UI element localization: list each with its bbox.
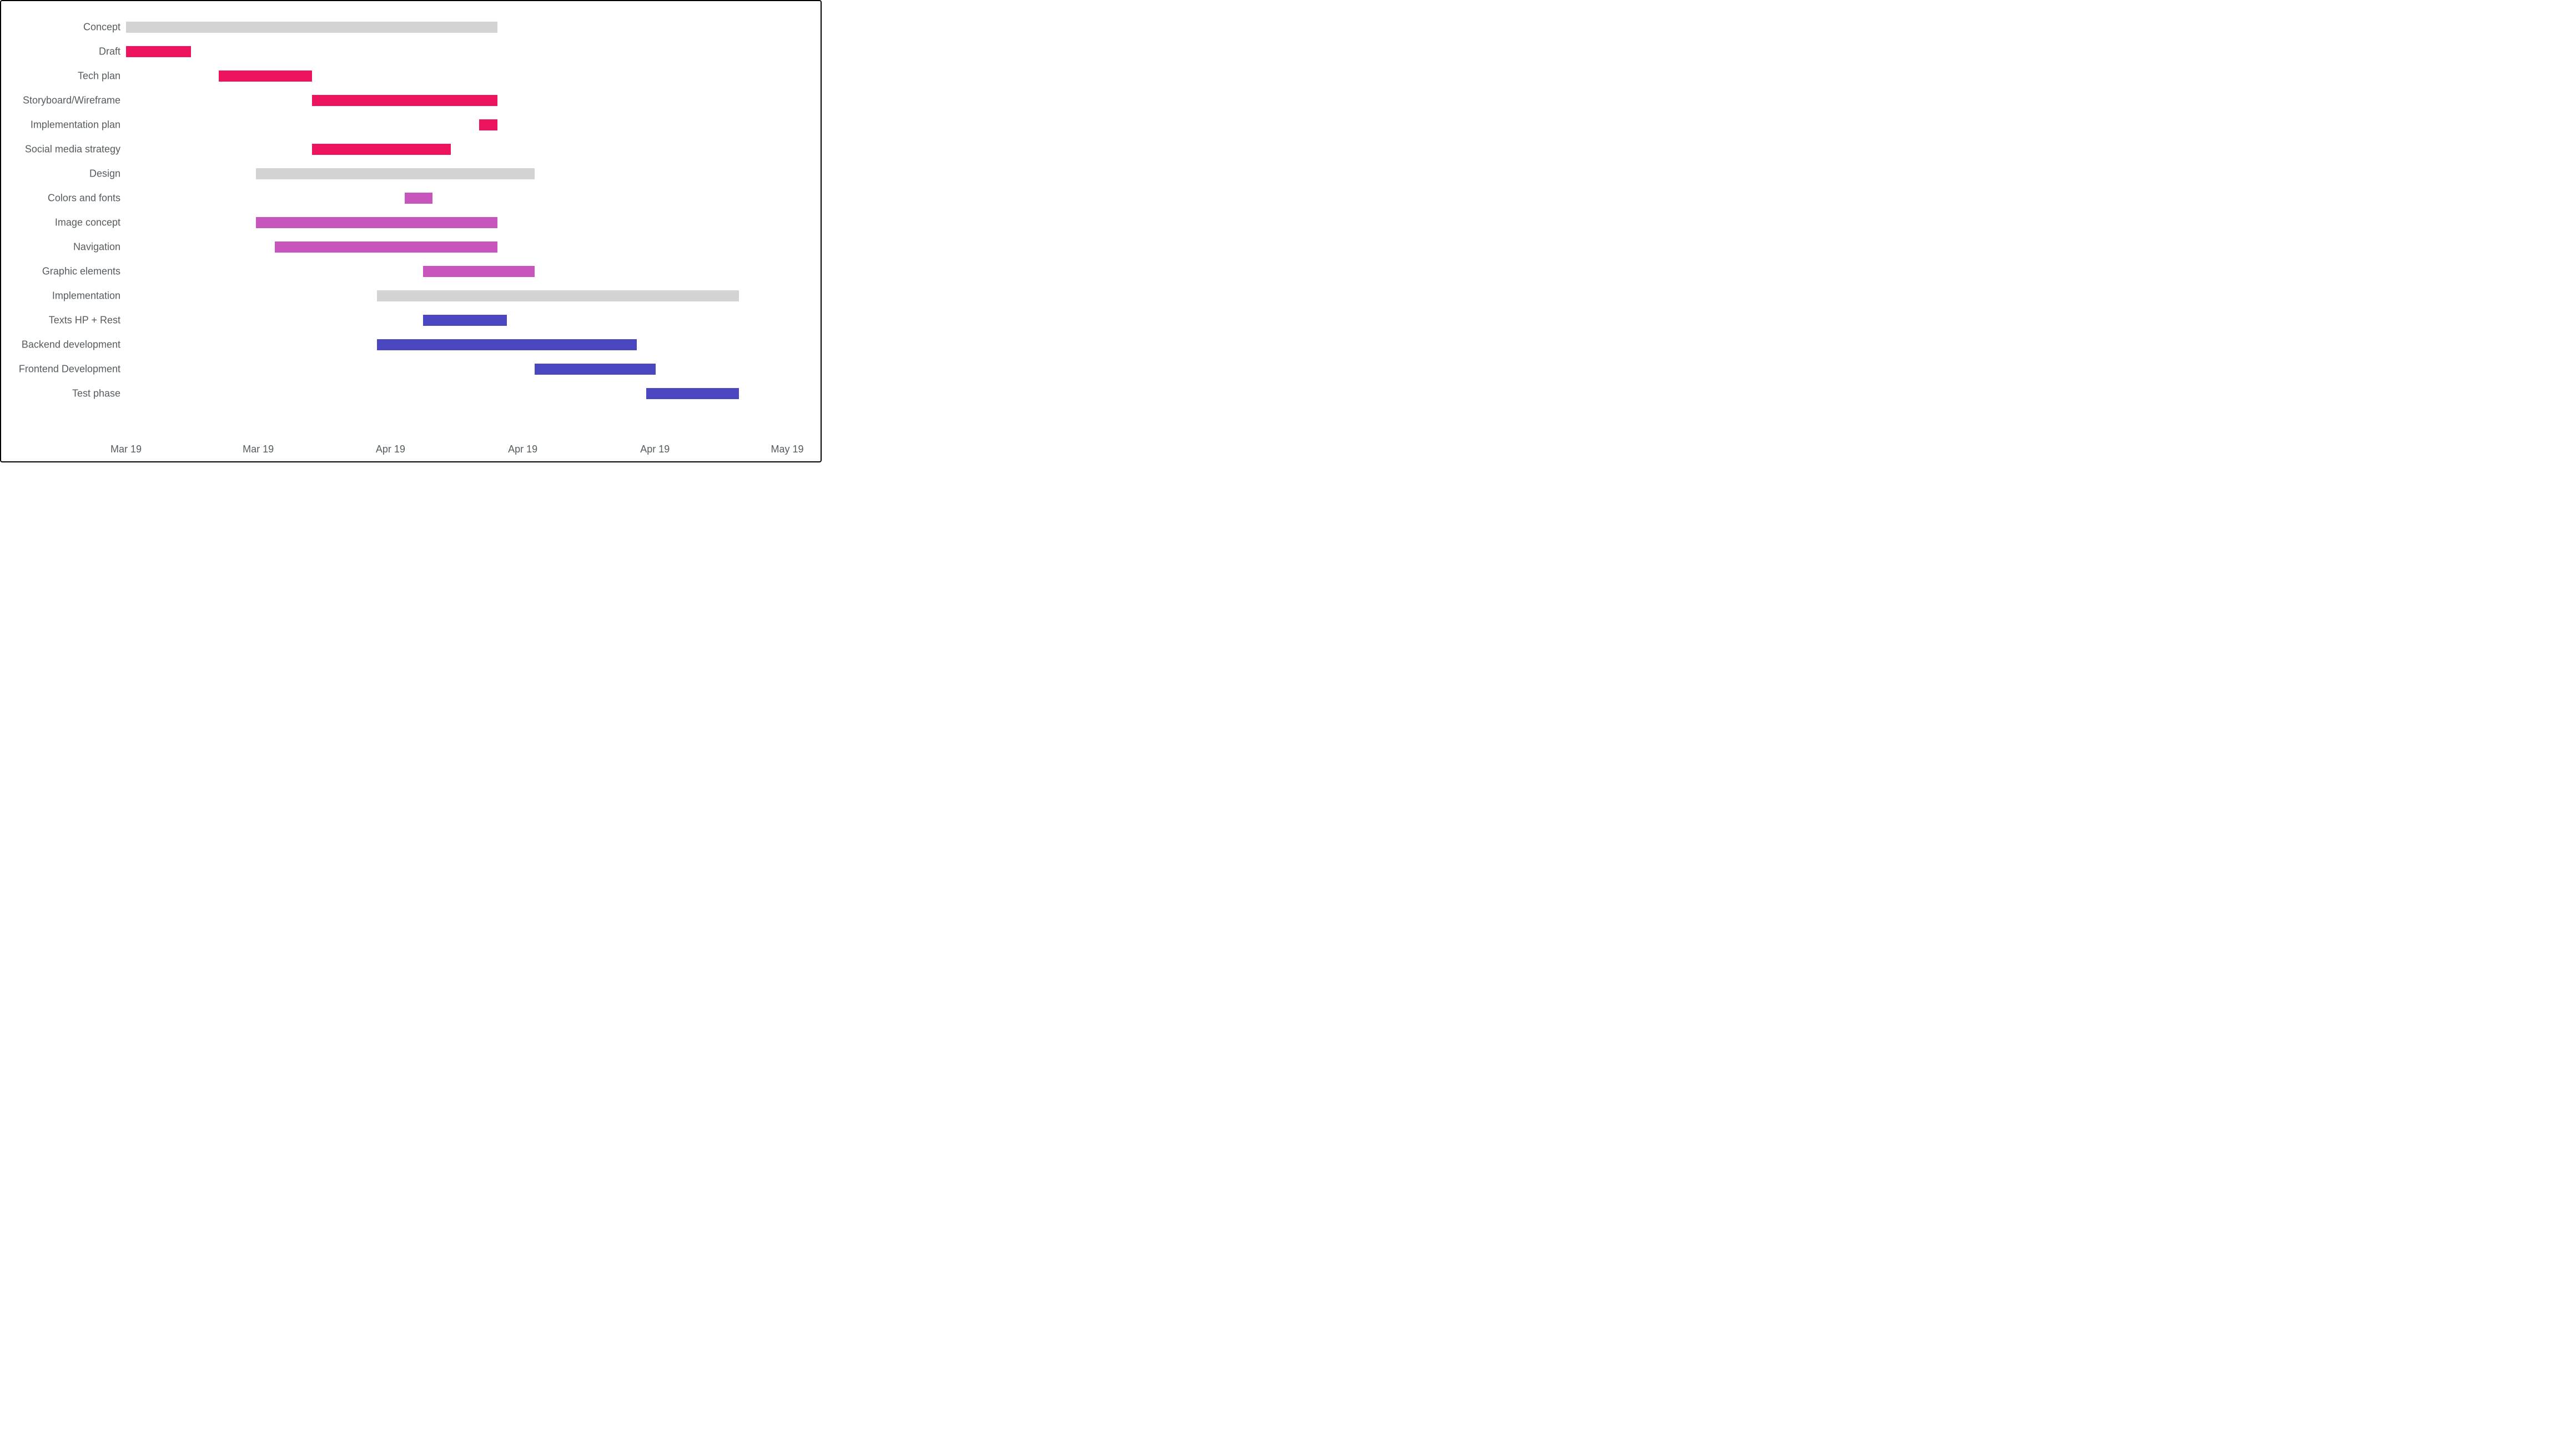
gantt-bar — [377, 290, 739, 301]
gantt-bar — [423, 266, 535, 277]
task-label: Backend development — [1, 339, 120, 351]
bar-track — [126, 364, 776, 375]
bar-track — [126, 266, 776, 277]
gantt-row: Navigation — [1, 235, 809, 259]
gantt-bar — [126, 22, 497, 33]
gantt-row: Backend development — [1, 333, 809, 357]
bar-track — [126, 95, 776, 106]
bar-track — [126, 22, 776, 33]
bar-track — [126, 290, 776, 301]
gantt-row: Colors and fonts — [1, 186, 809, 210]
bar-track — [126, 339, 776, 350]
gantt-row: Tech plan — [1, 64, 809, 88]
gantt-bar — [275, 241, 497, 253]
gantt-row: Implementation — [1, 284, 809, 308]
gantt-row: Implementation plan — [1, 113, 809, 137]
task-label: Concept — [1, 22, 120, 33]
task-label: Image concept — [1, 217, 120, 229]
gantt-row: Image concept — [1, 210, 809, 235]
gantt-row: Concept — [1, 15, 809, 39]
x-axis-tick: Mar 19 — [110, 434, 142, 455]
bar-track — [126, 388, 776, 399]
gantt-row: Frontend Development — [1, 357, 809, 381]
gantt-row: Storyboard/Wireframe — [1, 88, 809, 113]
plot-area: Concept Draft Tech plan Storyboard/Wirefram… — [1, 7, 821, 434]
gantt-bar — [126, 46, 191, 57]
task-label: Frontend Development — [1, 364, 120, 375]
bar-track — [126, 168, 776, 179]
bar-track — [126, 217, 776, 228]
x-axis-tick: Apr 19 — [508, 434, 537, 455]
bar-track — [126, 46, 776, 57]
gantt-row: Social media strategy — [1, 137, 809, 162]
gantt-row: Test phase — [1, 381, 809, 406]
gantt-bar — [535, 364, 655, 375]
bar-track — [126, 144, 776, 155]
bar-track — [126, 119, 776, 130]
gantt-row: Design — [1, 162, 809, 186]
gantt-chart: Concept Draft Tech plan Storyboard/Wirefram… — [0, 0, 822, 462]
gantt-bar — [423, 315, 507, 326]
x-axis-tick: Apr 19 — [376, 434, 405, 455]
task-label: Test phase — [1, 388, 120, 400]
gantt-bar — [312, 95, 498, 106]
task-label: Implementation plan — [1, 119, 120, 131]
gantt-bar — [256, 168, 535, 179]
bar-track — [126, 71, 776, 82]
gantt-bar — [377, 339, 637, 350]
x-axis-tick: Mar 19 — [243, 434, 274, 455]
gantt-bar — [312, 144, 451, 155]
gantt-bar — [479, 119, 497, 130]
task-label: Draft — [1, 46, 120, 58]
task-label: Texts HP + Rest — [1, 315, 120, 326]
task-label: Colors and fonts — [1, 193, 120, 204]
task-label: Implementation — [1, 290, 120, 302]
x-axis: Mar 19Mar 19Apr 19Apr 19Apr 19May 19 — [126, 434, 787, 461]
gantt-bar — [219, 71, 311, 82]
bar-track — [126, 241, 776, 253]
gantt-row: Texts HP + Rest — [1, 308, 809, 333]
bar-track — [126, 193, 776, 204]
gantt-bar — [256, 217, 497, 228]
task-label: Design — [1, 168, 120, 180]
task-label: Graphic elements — [1, 266, 120, 278]
x-axis-tick: May 19 — [771, 434, 803, 455]
gantt-bar — [405, 193, 432, 204]
gantt-row: Graphic elements — [1, 259, 809, 284]
gantt-bar — [646, 388, 739, 399]
bar-track — [126, 315, 776, 326]
gantt-row: Draft — [1, 39, 809, 64]
task-label: Navigation — [1, 241, 120, 253]
task-label: Storyboard/Wireframe — [1, 95, 120, 107]
x-axis-tick: Apr 19 — [640, 434, 670, 455]
task-label: Tech plan — [1, 71, 120, 82]
task-label: Social media strategy — [1, 144, 120, 155]
